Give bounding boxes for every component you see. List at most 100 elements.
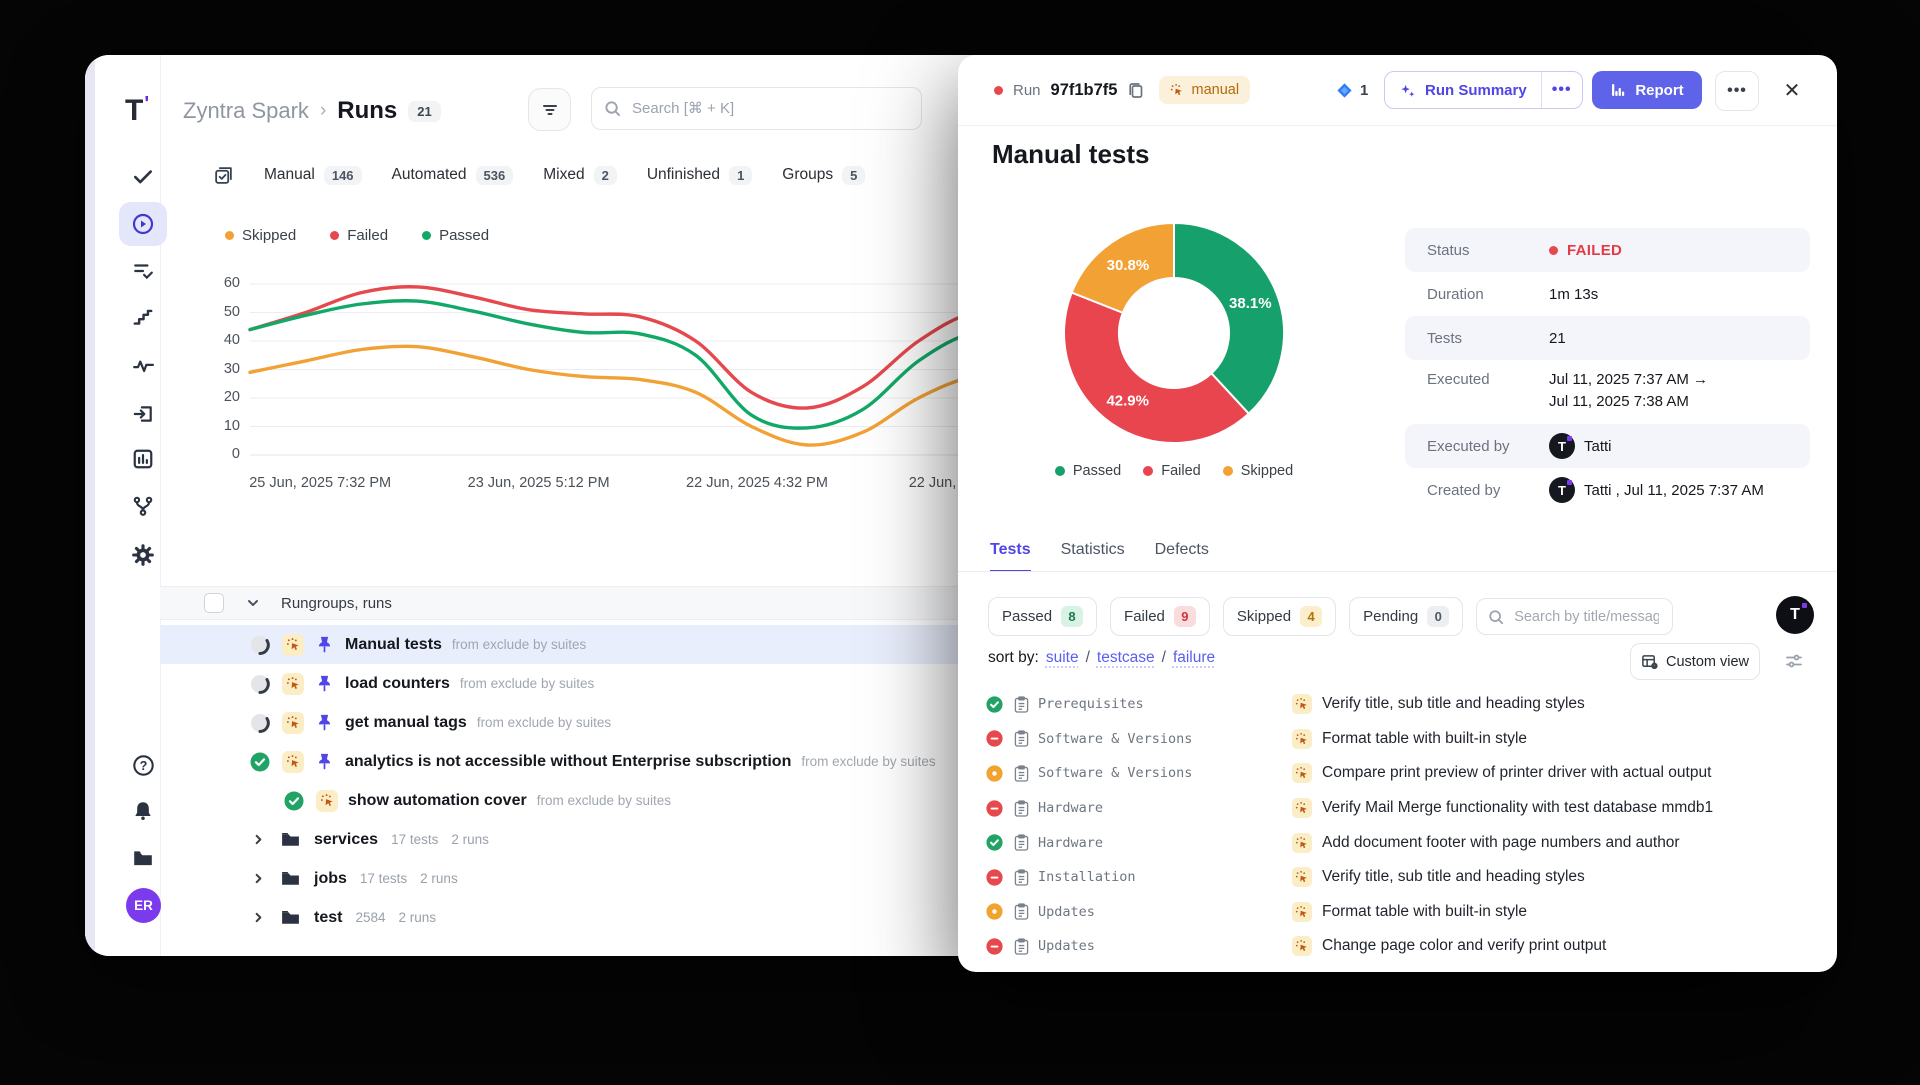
test-row[interactable]: InstallationVerify title, sub title and … [958,860,1837,895]
tab-statistics[interactable]: Statistics [1061,541,1125,572]
test-suite: Hardware [1038,800,1103,816]
run-state-icon [250,674,270,694]
avatar: T [1549,433,1575,459]
chevron-down-icon[interactable] [246,596,260,610]
tab-mixed[interactable]: Mixed2 [543,166,617,185]
sidebar-item-branches[interactable] [119,484,167,528]
tab-automated[interactable]: Automated536 [392,166,514,185]
tab-groups[interactable]: Groups5 [782,166,865,185]
clipboard-icon [1014,938,1029,955]
search-input[interactable] [630,99,909,118]
sort-by-suite[interactable]: suite [1046,649,1079,667]
test-title: Verify title, sub title and heading styl… [1322,868,1585,886]
filter-button[interactable] [528,88,571,131]
tab-unfinished[interactable]: Unfinished1 [647,166,752,185]
user-avatar[interactable]: ER [126,888,161,923]
pin-icon[interactable] [315,674,335,694]
test-status-icon [986,834,1003,851]
run-summary-button[interactable]: Run Summary ••• [1384,71,1583,109]
legend-failed[interactable]: Failed [330,227,388,244]
sort-controls: sort by: suite / testcase / failure [988,649,1215,667]
run-detail-title: Manual tests [992,139,1150,170]
clipboard-icon [1014,696,1029,713]
test-status-icon [986,869,1003,886]
panel-header: Run 97f1b7f5 manual 1 Run Summary ••• Re… [958,55,1837,126]
group-runs-count: 2 runs [399,910,437,925]
view-settings-icon[interactable] [1784,651,1804,671]
pin-icon[interactable] [315,713,335,733]
sidebar-item-test-plans[interactable] [119,249,167,293]
sidebar-item-tasks-check[interactable] [119,154,167,198]
manual-test-icon [1292,798,1312,818]
tab-tests[interactable]: Tests [990,541,1031,572]
select-all-checkbox[interactable] [204,593,224,613]
sidebar-item-imports[interactable] [119,392,167,436]
copy-icon[interactable] [1127,81,1145,99]
flaky-counter[interactable]: 1 [1336,55,1368,125]
test-row[interactable]: UpdatesChange page color and verify prin… [958,929,1837,964]
sort-by-testcase[interactable]: testcase [1097,649,1155,667]
custom-view-button[interactable]: Custom view [1630,643,1760,680]
test-row[interactable]: Software & VersionsCompare print preview… [958,756,1837,791]
legend-failed[interactable]: Failed [1143,463,1201,479]
gear-icon [131,543,155,567]
sidebar-item-runs[interactable] [119,202,167,246]
chevron-right-icon[interactable] [252,872,265,885]
manual-test-icon [1292,729,1312,749]
test-row[interactable]: Software & VersionsFormat table with bui… [958,722,1837,757]
report-button[interactable]: Report [1592,71,1702,109]
manual-run-icon [282,673,304,695]
test-row[interactable]: HardwareAdd document footer with page nu… [958,825,1837,860]
filter-failed[interactable]: Failed9 [1110,597,1210,636]
tab-manual[interactable]: Manual146 [264,166,362,185]
legend-passed[interactable]: Passed [422,227,489,244]
chevron-right-icon[interactable] [252,833,265,846]
run-title: analytics is not accessible without Ente… [345,753,791,771]
run-summary-more-button[interactable]: ••• [1542,72,1582,108]
panel-more-button[interactable]: ••• [1715,71,1759,111]
svg-text:42.9%: 42.9% [1106,393,1149,410]
sidebar-item-analytics[interactable] [119,437,167,481]
sidebar-item-pulse[interactable] [119,344,167,388]
info-row-status: Status FAILED [1405,228,1810,272]
test-suite: Updates [1038,904,1095,920]
chevron-right-icon[interactable] [252,911,265,924]
search-icon [1488,609,1504,625]
tests-search-input[interactable] [1512,608,1661,626]
legend-skipped[interactable]: Skipped [225,227,296,244]
test-row[interactable]: HardwareVerify Mail Merge functionality … [958,791,1837,826]
tests-search[interactable] [1476,598,1673,635]
folder-icon [280,907,301,928]
test-status-icon [986,696,1003,713]
legend-skipped[interactable]: Skipped [1223,463,1293,479]
pulse-icon [132,355,154,377]
breadcrumb-project[interactable]: Zyntra Spark [183,98,309,124]
info-row-tests: Tests 21 [1405,316,1810,360]
test-status-icon [986,800,1003,817]
group-runs-count: 2 runs [451,832,489,847]
filter-passed[interactable]: Passed8 [988,597,1097,636]
close-icon[interactable]: ✕ [1772,71,1812,109]
folder-icon [280,868,301,889]
tab-defects[interactable]: Defects [1155,541,1209,572]
filter-skipped[interactable]: Skipped4 [1223,597,1336,636]
table-settings-icon [1641,653,1658,670]
folder-icon [132,847,154,869]
legend-passed[interactable]: Passed [1055,463,1121,479]
global-search[interactable] [591,87,922,130]
filter-pending[interactable]: Pending0 [1349,597,1463,636]
test-row[interactable]: UpdatesFormat table with built-in style [958,895,1837,930]
sidebar-item-settings[interactable] [119,533,167,577]
run-state-icon [250,713,270,733]
pin-icon[interactable] [315,635,335,655]
pin-icon[interactable] [315,752,335,772]
sort-by-failure[interactable]: failure [1173,649,1215,667]
project-logo[interactable]: T [1776,596,1814,634]
manual-tag: manual [1159,76,1250,104]
run-state-icon [250,635,270,655]
test-row[interactable]: PrerequisitesVerify title, sub title and… [958,687,1837,722]
test-title: Verify title, sub title and heading styl… [1322,695,1585,713]
manual-test-icon [1292,763,1312,783]
test-suite: Updates [1038,938,1095,954]
sidebar-item-steps[interactable] [119,295,167,339]
